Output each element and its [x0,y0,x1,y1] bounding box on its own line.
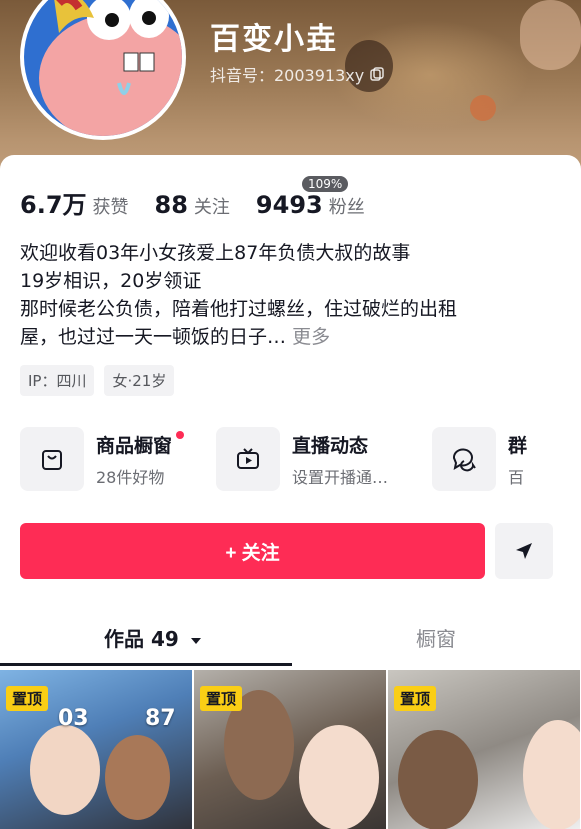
notification-dot [176,430,185,439]
bio-line: 那时候老公负债，陪着他打过螺丝，住过破烂的出租 [20,298,458,320]
send-icon [516,543,532,559]
chat-icon [432,427,497,491]
profile-card: 6.7万 获赞 88 关注 9493 粉丝 109% 欢迎收看03年小女孩爱上8… [0,155,581,829]
shortcut-live[interactable]: 直播动态 设置开播通… [216,427,388,491]
thumbnail-person [299,725,379,829]
tab-shop-window[interactable]: 橱窗 [416,623,456,652]
stat-likes-label: 获赞 [92,197,129,218]
stat-following-label: 关注 [193,197,230,218]
bio-line: 19岁相识，20岁领证 [20,270,202,292]
profile-page: 百变小垚 抖音号：2003913xy 6.7万 获赞 88 关注 9493 粉丝 [0,0,581,829]
tab-works-label: 作品 49 [104,627,179,651]
thumbnail-person [30,725,100,815]
video-overlay-text: 87 [145,706,176,731]
bag-icon [20,427,84,491]
shortcut-shop-title: 商品橱窗 [96,430,185,458]
shortcut-shop-title-text: 商品橱窗 [96,434,173,457]
gender-age-tag: 女·21岁 [104,365,175,396]
bio-more-link[interactable]: 更多 [292,326,330,348]
tv-icon [216,427,281,491]
douyin-id[interactable]: 抖音号：2003913xy [210,62,384,86]
bio-line-text: 屋，也过过一天一顿饭的日子… [20,326,287,348]
video-grid: 03 87 置顶 置顶 置顶 [0,670,581,829]
profile-tags: IP：四川 女·21岁 [20,365,175,396]
pinned-badge: 置顶 [394,686,437,711]
ip-location-tag: IP：四川 [20,365,95,396]
shortcut-group-sub: 百 [508,467,525,487]
cartoon-fish-avatar [39,0,182,136]
stat-fans[interactable]: 9493 粉丝 [256,191,365,219]
stat-fans-count: 9493 [255,191,323,219]
fans-growth-badge: 109% [302,176,349,192]
avatar-image [24,0,182,136]
content-tabs: 作品 49 橱窗 [0,613,581,667]
bio-line: 欢迎收看03年小女孩爱上87年负债大叔的故事 [20,242,411,264]
stat-following-count: 88 [154,191,188,219]
tab-works[interactable]: 作品 49 [104,623,202,652]
stat-likes[interactable]: 6.7万 获赞 [20,185,129,220]
header-background-decor [520,0,581,70]
pinned-badge: 置顶 [200,686,243,711]
shortcut-group[interactable]: 群 百 [432,427,527,491]
stat-following[interactable]: 88 关注 [155,191,230,219]
header-background-decor [470,95,496,121]
pinned-badge: 置顶 [6,686,49,711]
stat-likes-count: 6.7万 [20,191,87,219]
profile-bio: 欢迎收看03年小女孩爱上87年负债大叔的故事 19岁相识，20岁领证 那时候老公… [20,239,565,351]
thumbnail-person [398,730,478,829]
shortcut-live-sub: 设置开播通… [292,467,389,487]
bio-line: 屋，也过过一天一顿饭的日子… 更多 [20,323,565,351]
share-button[interactable] [495,523,553,579]
follow-button[interactable]: + 关注 [20,523,485,579]
stat-fans-label: 粉丝 [328,197,365,218]
video-thumbnail[interactable]: 置顶 [194,670,386,829]
video-overlay-text: 03 [58,706,89,731]
copy-icon[interactable] [370,67,384,81]
shortcut-shop-window[interactable]: 商品橱窗 28件好物 [20,427,185,491]
shortcut-live-title: 直播动态 [292,434,369,457]
shortcut-shop-sub: 28件好物 [96,467,165,487]
profile-nickname: 百变小垚 [210,22,338,57]
active-tab-indicator [0,663,292,666]
video-thumbnail[interactable]: 置顶 [388,670,580,829]
profile-shortcuts: 商品橱窗 28件好物 直播动态 设置开播通… 群 百 [20,427,571,491]
avatar[interactable] [20,0,186,140]
thumbnail-person [105,735,170,820]
caret-down-icon [190,638,201,644]
shortcut-group-title: 群 [508,434,528,457]
thumbnail-person [523,720,580,829]
douyin-id-text: 抖音号：2003913xy [210,66,365,85]
video-thumbnail[interactable]: 03 87 置顶 [0,670,192,829]
